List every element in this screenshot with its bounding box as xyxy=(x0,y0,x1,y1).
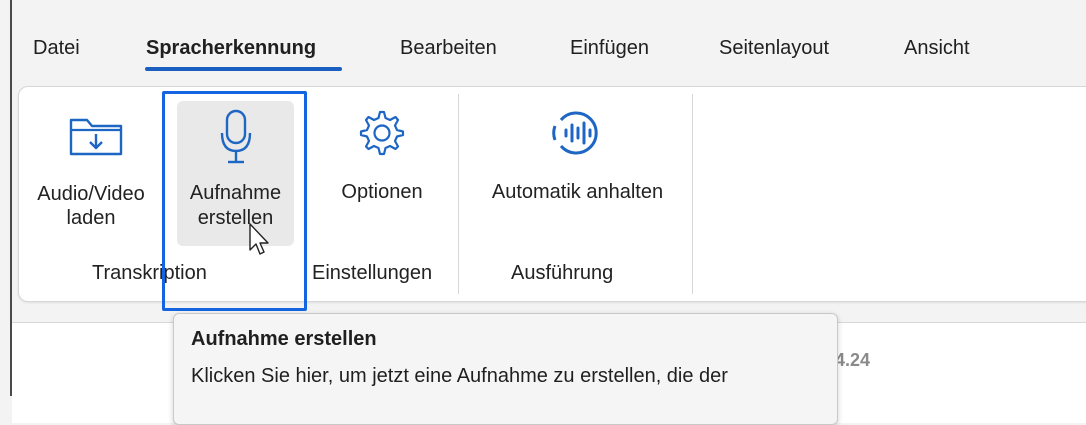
automatik-anhalten-label: Automatik anhalten xyxy=(491,181,664,203)
optionen-label: Optionen xyxy=(341,181,423,203)
tab-seitenlayout[interactable]: Seitenlayout xyxy=(719,37,829,60)
active-tab-indicator xyxy=(145,67,342,71)
group-label-einstellungen: Einstellungen xyxy=(312,262,433,284)
tab-bearbeiten[interactable]: Bearbeiten xyxy=(400,37,497,60)
tooltip-title: Aufnahme erstellen xyxy=(191,328,377,350)
group-label-ausfuehrung: Ausführung xyxy=(511,262,614,284)
tooltip: Aufnahme erstellen Klicken Sie hier, um … xyxy=(173,313,838,425)
tooltip-body: Klicken Sie hier, um jetzt eine Aufnahme… xyxy=(191,365,728,387)
gear-icon xyxy=(359,110,405,161)
audio-waveform-icon xyxy=(551,110,601,161)
tab-datei[interactable]: Datei xyxy=(33,37,80,60)
audio-video-laden-button[interactable]: Audio/Video laden xyxy=(22,100,162,250)
group-separator xyxy=(692,94,693,294)
mouse-pointer-icon xyxy=(248,222,270,263)
tab-ansicht[interactable]: Ansicht xyxy=(904,37,970,60)
automatik-anhalten-button[interactable]: Automatik anhalten xyxy=(465,100,690,250)
tab-spracherkennung[interactable]: Spracherkennung xyxy=(146,37,316,60)
group-separator xyxy=(458,94,459,294)
folder-download-icon xyxy=(68,112,124,163)
optionen-button[interactable]: Optionen xyxy=(312,100,452,250)
selection-highlight-box xyxy=(162,91,307,311)
tab-einfuegen[interactable]: Einfügen xyxy=(570,37,649,60)
audio-video-label-line2: laden xyxy=(66,207,116,229)
audio-video-label-line1: Audio/Video xyxy=(37,183,145,205)
